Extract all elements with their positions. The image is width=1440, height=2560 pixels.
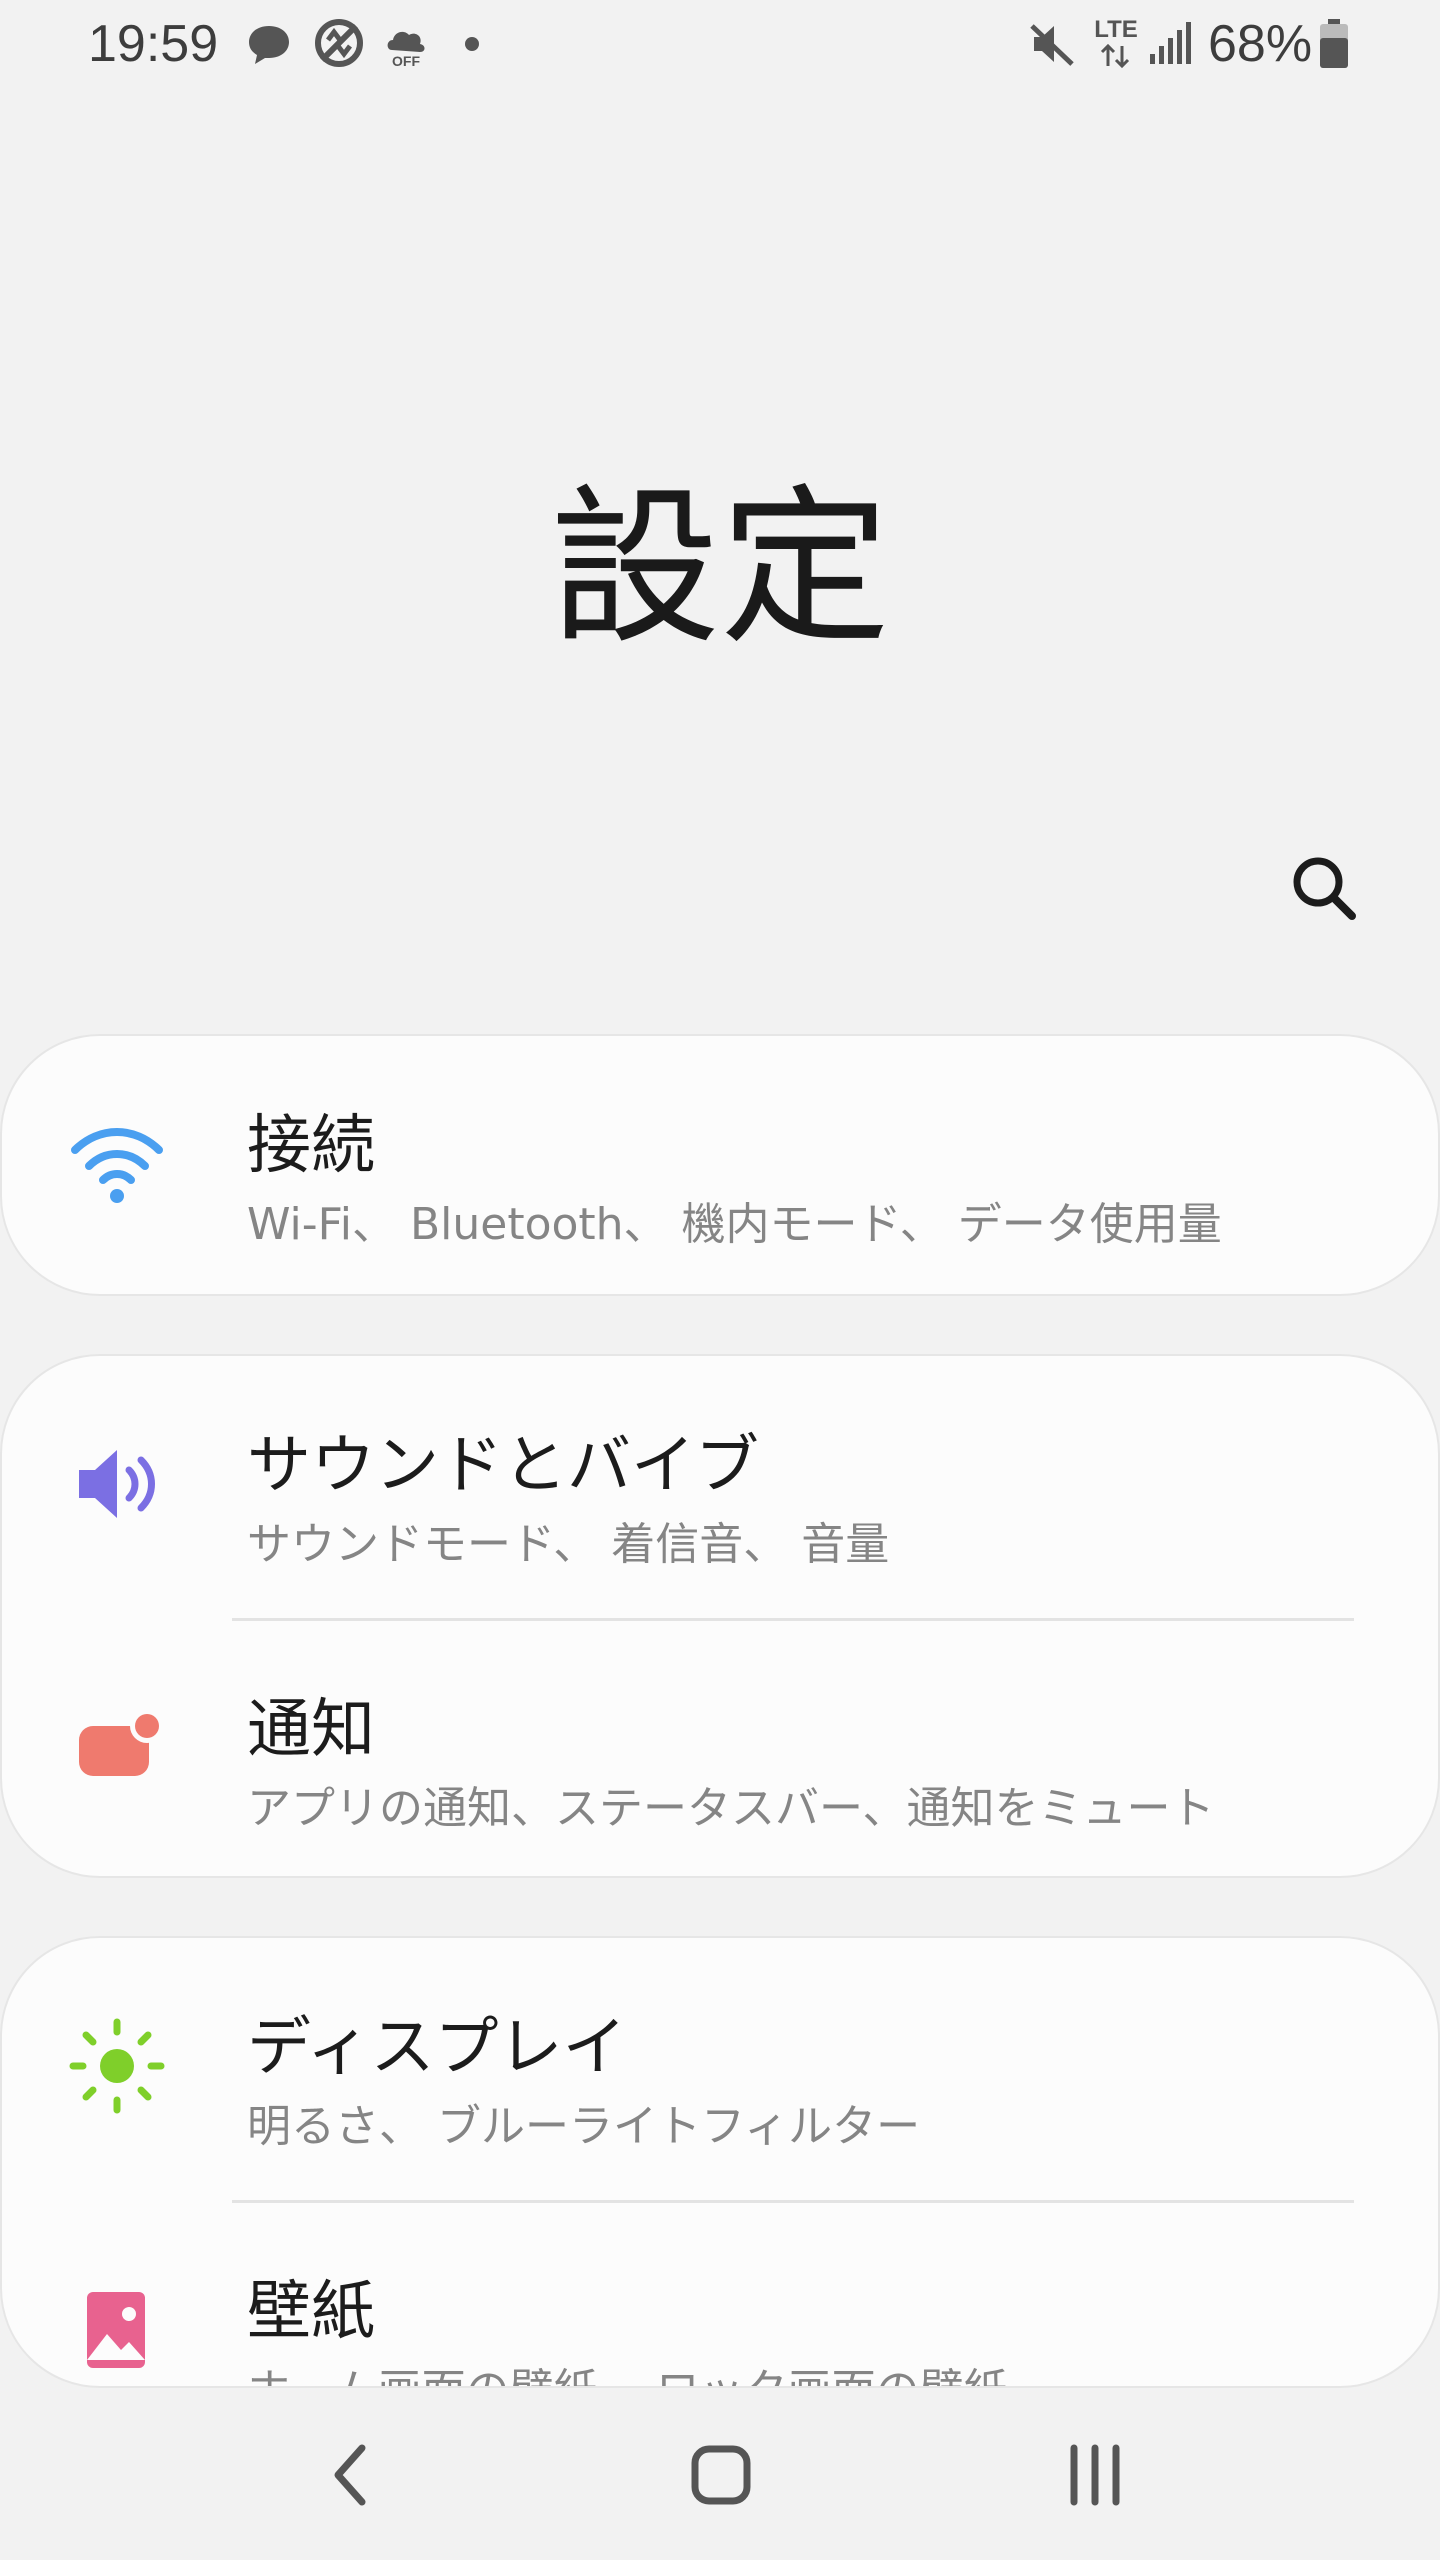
settings-item-subtitle: 明るさ、 ブルーライトフィルター: [247, 2101, 921, 2152]
page-title: 設定: [549, 470, 890, 668]
svg-text:OFF: OFF: [392, 53, 420, 68]
settings-item-title: ディスプレイ: [247, 2011, 627, 2085]
no-sync-icon: [315, 19, 363, 67]
wifi-icon: [71, 1128, 163, 1203]
settings-item-title: 通知: [247, 1693, 375, 1767]
settings-item-subtitle: アプリの通知、ステータスバー、通知をミュート: [247, 1783, 1215, 1834]
settings-card-display-wallpaper: ディスプレイ 明るさ、 ブルーライトフィルター 壁紙 ホーム画面の壁紙、 ロック…: [0, 1936, 1440, 2388]
brightness-icon: [69, 2018, 165, 2114]
search-button[interactable]: [1288, 852, 1360, 924]
battery-percent: 68%: [1208, 15, 1313, 73]
sound-icon: [79, 1450, 155, 1518]
status-bar: 19:59 OFF LTE 68%: [0, 0, 1440, 92]
chat-bubble-icon: [249, 26, 289, 64]
settings-item-title: サウンドとバイブ: [247, 1429, 759, 1503]
settings-item-subtitle: Wi-Fi、 Bluetooth、 機内モード、 データ使用量: [247, 1199, 1222, 1250]
settings-item-notifications[interactable]: 通知 アプリの通知、ステータスバー、通知をミュート: [2, 1620, 1438, 1876]
lte-icon: LTE: [1090, 16, 1142, 72]
dot-icon: [465, 37, 479, 51]
settings-item-subtitle: サウンドモード、 着信音、 音量: [247, 1519, 890, 1570]
search-icon: [1293, 857, 1356, 920]
wallpaper-icon: [87, 2292, 145, 2368]
back-icon: [334, 2444, 366, 2506]
settings-card-connections: 接続 Wi-Fi、 Bluetooth、 機内モード、 データ使用量: [0, 1034, 1440, 1296]
signal-icon: [1150, 22, 1191, 64]
notification-icon: [79, 1709, 164, 1776]
navigation-bar: [0, 2390, 1440, 2560]
settings-item-sound[interactable]: サウンドとバイブ サウンドモード、 着信音、 音量: [2, 1356, 1438, 1616]
settings-screen: 19:59 OFF LTE 68% 設定 接続 Wi-Fi、 Bluetooth…: [0, 0, 1440, 2560]
settings-item-subtitle: ホーム画面の壁紙、 ロック画面の壁紙: [247, 2354, 1008, 2386]
settings-item-connections[interactable]: 接続 Wi-Fi、 Bluetooth、 機内モード、 データ使用量: [2, 1036, 1438, 1294]
cloud-off-icon: OFF: [387, 31, 425, 68]
status-time: 19:59: [88, 15, 219, 73]
recents-icon: [1070, 2444, 1120, 2506]
recents-button[interactable]: [1040, 2420, 1150, 2530]
battery-icon: [1320, 19, 1348, 68]
settings-item-title: 接続: [247, 1109, 375, 1183]
settings-item-wallpaper[interactable]: 壁紙 ホーム画面の壁紙、 ロック画面の壁紙: [2, 2202, 1438, 2386]
mute-icon: [1030, 24, 1074, 66]
back-button[interactable]: [296, 2420, 406, 2530]
home-icon: [691, 2445, 751, 2505]
home-button[interactable]: [666, 2420, 776, 2530]
settings-card-sound-notifications: サウンドとバイブ サウンドモード、 着信音、 音量 通知 アプリの通知、ステータ…: [0, 1354, 1440, 1878]
settings-item-display[interactable]: ディスプレイ 明るさ、 ブルーライトフィルター: [2, 1938, 1438, 2198]
settings-item-title: 壁紙: [247, 2275, 375, 2349]
